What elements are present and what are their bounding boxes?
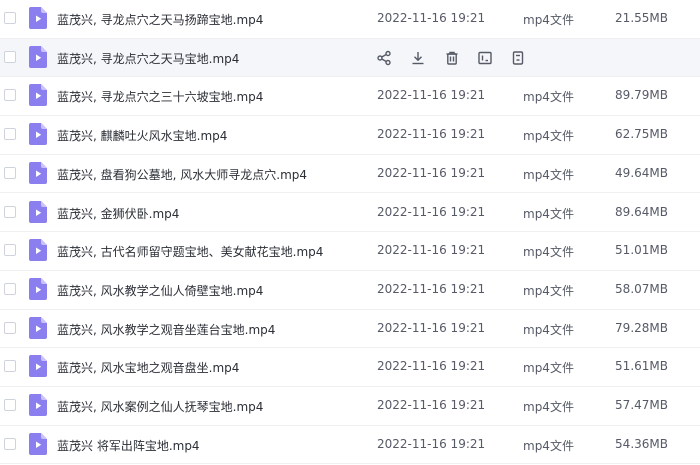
file-size: 79.28MB	[615, 320, 668, 335]
file-date: 2022-11-16 19:21	[377, 281, 486, 296]
file-date: 2022-11-16 19:21	[377, 127, 486, 142]
file-name[interactable]: 蓝茂兴, 寻龙点穴之天马扬蹄宝地.mp4	[57, 11, 263, 28]
delete-icon[interactable]	[444, 50, 460, 66]
file-name[interactable]: 蓝茂兴, 麒麟吐火风水宝地.mp4	[57, 127, 227, 144]
row-checkbox[interactable]	[4, 205, 16, 218]
video-file-icon	[29, 355, 47, 378]
download-icon[interactable]	[410, 50, 426, 66]
row-checkbox[interactable]	[4, 50, 16, 63]
row-checkbox[interactable]	[4, 166, 16, 179]
file-name[interactable]: 蓝茂兴 将军出阵宝地.mp4	[57, 437, 200, 454]
share-icon[interactable]	[376, 50, 392, 66]
file-date: 2022-11-16 19:21	[377, 436, 486, 451]
video-file-icon	[29, 200, 47, 223]
file-type: mp4文件	[523, 167, 574, 182]
file-type: mp4文件	[523, 400, 574, 414]
row-checkbox[interactable]	[4, 12, 16, 24]
file-size: 89.64MB	[615, 204, 668, 219]
file-name[interactable]: 蓝茂兴, 金狮伏卧.mp4	[57, 205, 179, 222]
file-date: 2022-11-16 19:21	[377, 165, 486, 180]
video-file-icon	[29, 45, 47, 68]
video-file-icon	[29, 239, 47, 262]
file-name[interactable]: 蓝茂兴, 寻龙点穴之三十六坡宝地.mp4	[57, 88, 263, 105]
video-file-icon	[29, 316, 47, 339]
video-file-icon	[29, 123, 47, 146]
file-row[interactable]: 蓝茂兴, 古代名师留守题宝地、美女献花宝地.mp4 2022-11-16 19:2…	[0, 232, 700, 271]
row-checkbox[interactable]	[4, 399, 16, 411]
file-size: 49.64MB	[615, 165, 668, 180]
file-name[interactable]: 蓝茂兴, 盘看狗公墓地, 风水大师寻龙点穴.mp4	[57, 166, 307, 183]
row-checkbox[interactable]	[4, 282, 16, 295]
video-file-icon	[29, 277, 47, 300]
file-type: mp4文件	[523, 283, 574, 298]
file-size: 57.47MB	[615, 398, 668, 412]
file-row[interactable]: 蓝茂兴, 寻龙点穴之三十六坡宝地.mp4 2022-11-16 19:21 mp4文…	[0, 77, 700, 117]
file-row[interactable]: 蓝茂兴, 寻龙点穴之天马扬蹄宝地.mp4 2022-11-16 19:21 mp4文…	[0, 0, 700, 39]
file-row[interactable]: 蓝茂兴, 风水教学之仙人倚壁宝地.mp4 2022-11-16 19:21 mp4文…	[0, 271, 700, 310]
file-size: 62.75MB	[615, 127, 668, 142]
file-date: 2022-11-16 19:21	[377, 11, 486, 25]
row-checkbox[interactable]	[4, 244, 16, 257]
row-checkbox[interactable]	[4, 437, 16, 450]
file-row[interactable]: 蓝茂兴 将军出阵宝地.mp4 2022-11-16 19:21 mp4文件 54.36…	[0, 426, 700, 465]
file-size: 89.79MB	[615, 88, 668, 103]
file-type: mp4文件	[523, 90, 574, 105]
file-date: 2022-11-16 19:21	[377, 398, 486, 412]
file-name[interactable]: 蓝茂兴, 寻龙点穴之天马宝地.mp4	[57, 50, 239, 67]
video-file-icon	[29, 161, 47, 184]
file-date: 2022-11-16 19:21	[377, 359, 486, 374]
file-size: 54.36MB	[615, 436, 668, 451]
file-type: mp4文件	[523, 129, 574, 144]
file-type: mp4文件	[523, 438, 574, 453]
file-type: mp4文件	[523, 322, 574, 337]
file-row[interactable]: 蓝茂兴, 金狮伏卧.mp4 2022-11-16 19:21 mp4文件 89.64M…	[0, 194, 700, 233]
file-type: mp4文件	[523, 206, 574, 221]
file-type: mp4文件	[523, 245, 574, 260]
row-checkbox[interactable]	[4, 360, 16, 373]
file-date: 2022-11-16 19:21	[377, 204, 486, 219]
file-row[interactable]: 蓝茂兴, 风水教学之观音坐莲台宝地.mp4 2022-11-16 19:21 mp4…	[0, 310, 700, 349]
video-file-icon	[29, 394, 47, 416]
rename-icon[interactable]	[477, 50, 493, 66]
file-name[interactable]: 蓝茂兴, 风水教学之观音坐莲台宝地.mp4	[57, 321, 275, 338]
file-date: 2022-11-16 19:21	[377, 320, 486, 335]
file-row[interactable]: 蓝茂兴, 麒麟吐火风水宝地.mp4 2022-11-16 19:21 mp4文件 62…	[0, 116, 700, 155]
file-name[interactable]: 蓝茂兴, 古代名师留守题宝地、美女献花宝地.mp4	[57, 243, 323, 260]
video-file-icon	[29, 7, 47, 29]
file-row[interactable]: 蓝茂兴, 盘看狗公墓地, 风水大师寻龙点穴.mp4 2022-11-16 19:2…	[0, 155, 700, 194]
row-checkbox[interactable]	[4, 128, 16, 141]
file-type: mp4文件	[523, 13, 574, 27]
file-size: 51.61MB	[615, 359, 668, 374]
row-checkbox[interactable]	[4, 89, 16, 102]
video-file-icon	[29, 432, 47, 455]
file-type: mp4文件	[523, 361, 574, 376]
row-actions	[376, 39, 536, 77]
file-size: 51.01MB	[615, 243, 668, 258]
file-date: 2022-11-16 19:21	[377, 243, 486, 258]
file-name[interactable]: 蓝茂兴, 风水案例之仙人抚琴宝地.mp4	[57, 398, 263, 415]
file-size: 21.55MB	[615, 11, 668, 25]
row-checkbox[interactable]	[4, 321, 16, 334]
file-row[interactable]: 蓝茂兴, 风水案例之仙人抚琴宝地.mp4 2022-11-16 19:21 mp4文…	[0, 387, 700, 426]
file-name[interactable]: 蓝茂兴, 风水教学之仙人倚壁宝地.mp4	[57, 282, 263, 299]
video-file-icon	[29, 84, 47, 107]
file-name[interactable]: 蓝茂兴, 风水宝地之观音盘坐.mp4	[57, 359, 239, 376]
file-row[interactable]: 蓝茂兴, 风水宝地之观音盘坐.mp4 2022-11-16 19:21 mp4文件 5…	[0, 348, 700, 387]
file-date: 2022-11-16 19:21	[377, 88, 486, 103]
more-icon[interactable]	[510, 50, 526, 66]
file-row[interactable]: 蓝茂兴, 寻龙点穴之天马宝地.mp4	[0, 38, 700, 78]
file-size: 58.07MB	[615, 281, 668, 296]
file-list: 蓝茂兴, 寻龙点穴之天马扬蹄宝地.mp4 2022-11-16 19:21 mp4文…	[0, 0, 700, 465]
